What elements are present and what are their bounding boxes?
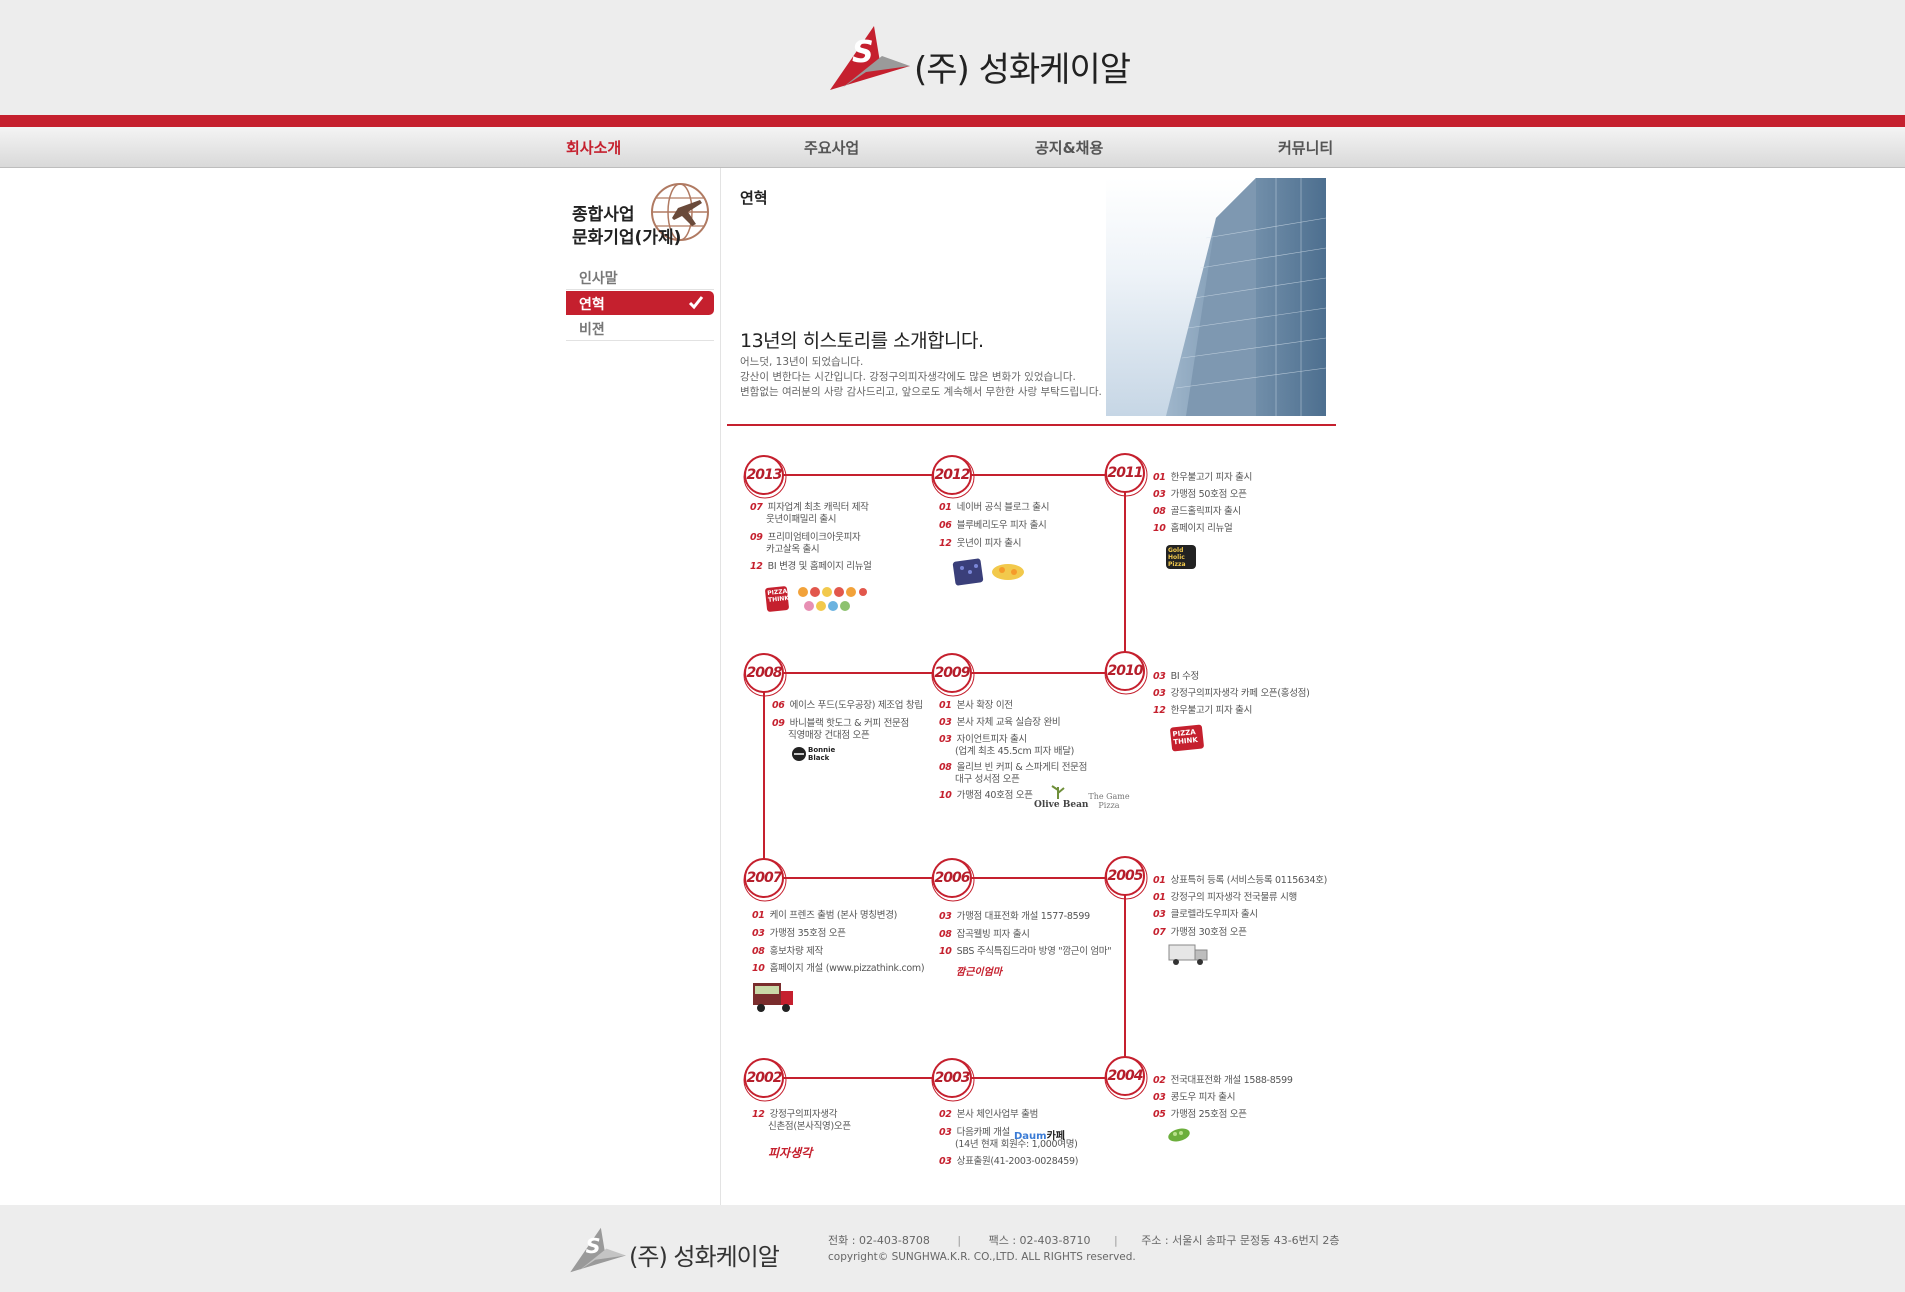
gold-holic-pizza-logo: Gold Holic Pizza [1166,545,1196,569]
nav-notice-recruit[interactable]: 공지&채용 [1035,137,1103,158]
year-2013-badge: 2013 [746,467,783,483]
year-2010-badge: 2010 [1107,663,1144,679]
timeline-event: 12 강정구의피자생각 신촌점(본사직영)오픈 [752,1109,851,1132]
timeline-event: 03 클로렐라도우피자 출시 [1153,909,1258,920]
year-2011-badge: 2011 [1107,465,1144,481]
timeline-event: 09 바니블랙 핫도그 & 커피 전문점 직영매장 건대점 오픈 [772,718,909,741]
section-divider [727,424,1336,426]
bean-character-icon [1168,1128,1190,1142]
intro-text-line: 강산이 변한다는 시간입니다. 강정구의피자생각에도 많은 변화가 있었습니다. [740,371,1076,383]
nav-community[interactable]: 커뮤니티 [1278,137,1333,158]
timeline-event: 07 가맹점 30호점 오픈 [1153,927,1247,938]
timeline-event: 01 본사 확장 이전 [939,700,1013,711]
timeline-event: 01 한우불고기 피자 출시 [1153,472,1253,483]
check-icon [688,296,704,310]
timeline-event: 09 프리미엄테이크아웃피자 카고살옥 출시 [750,532,861,555]
sidebar-item-history[interactable]: 연혁 [566,291,714,315]
timeline-event: 01 네이버 공식 블로그 출시 [939,502,1050,513]
timeline-event: 01 상표특허 등록 (서비스등록 0115634호) [1153,875,1328,886]
timeline-event: 12 한우불고기 피자 출시 [1153,705,1253,716]
nav-company-intro[interactable]: 회사소개 [566,137,621,158]
timeline-event: 10 가맹점 40호점 오픈 [939,790,1033,801]
pizza-saenggak-logo: 피자생각 [768,1146,813,1160]
timeline-event: 06 에이스 푸드(도우공장) 제조업 창립 [772,700,923,711]
year-2002-badge: 2002 [746,1070,783,1086]
page-title: 연혁 [740,189,768,207]
timeline-event: 03 가맹점 35호점 오픈 [752,928,846,939]
company-name: (주) 성화케이알 [914,50,1131,90]
character-family-icon [798,587,867,611]
timeline-event: 03 상표출원(41-2003-0028459) [939,1156,1079,1167]
timeline-event: 08 홍보차량 제작 [752,946,823,957]
timeline-event: 08 올리브 빈 커피 & 스파게티 전문점 대구 성서점 오픈 [939,762,1088,785]
timeline-event: 02 본사 체인사업부 출범 [939,1109,1039,1120]
intro-text-line: 변함없는 여러분의 사랑 감사드리고, 앞으로도 계속해서 무한한 사랑 부탁드… [740,386,1102,398]
daum-cafe-logo: Daum카페 [1014,1131,1065,1142]
year-2009-badge: 2009 [934,665,971,681]
main-nav: 회사소개 주요사업 공지&채용 커뮤니티 [0,127,1905,168]
intro-heading: 13년의 히스토리를 소개합니다. [740,330,984,352]
year-2004-badge: 2004 [1107,1068,1144,1084]
content-divider [720,168,721,1206]
site-footer: S (주) 성화케이알 전화 : 02-403-8708 | 팩스 : 02-4… [0,1205,1905,1292]
bonnie-black-logo: Bonnie Black [791,745,835,763]
logo-mark-icon: S [570,1227,626,1273]
timeline-event: 12 웃년이 피자 출시 [939,538,1022,549]
svg-text:S: S [852,35,874,70]
timeline-event: 01 케이 프렌즈 출범 (본사 명칭변경) [752,910,898,921]
timeline-event: 01 강정구의 피자생각 전국물류 시행 [1153,892,1297,903]
timeline-event: 08 잡곡웰빙 피자 출시 [939,929,1030,940]
timeline-event: 03 가맹점 대표전화 개설 1577-8599 [939,911,1090,922]
footer-contact: 전화 : 02-403-8708 | 팩스 : 02-403-8710 | 주소… [828,1234,1340,1247]
year-2007-badge: 2007 [746,870,783,886]
sidebar-item-greeting[interactable]: 인사말 [566,265,714,290]
footer-logo[interactable]: S (주) 성화케이알 [563,1225,780,1275]
timeline-event: 05 가맹점 25호점 오픈 [1153,1109,1247,1120]
sidebar-item-vision[interactable]: 비젼 [566,316,714,341]
timeline-event: 06 블루베리도우 피자 출시 [939,520,1047,531]
site-header: S (주) 성화케이알 [0,0,1905,115]
intro-text-line: 어느덧, 13년이 되었습니다. [740,356,864,368]
header-red-bar [0,115,1905,127]
company-logo[interactable]: S (주) 성화케이알 [822,22,1131,94]
timeline-event: 10 홈페이지 리뉴얼 [1153,523,1233,534]
delivery-truck-icon [1168,944,1208,965]
timeline-event: 03 콩도우 피자 출시 [1153,1092,1236,1103]
timeline-event: 03 강정구의피자생각 카페 오픈(홍성점) [1153,688,1310,699]
timeline-event: 10 홈페이지 개설 (www.pizzathink.com) [752,963,925,974]
timeline-event: 08 골드홀릭피자 출시 [1153,506,1241,517]
year-2008-badge: 2008 [746,665,783,681]
timeline-event: 12 BI 변경 및 홈페이지 리뉴얼 [750,561,872,572]
pizza-think-logo: PIZZA THINK [1169,724,1205,752]
nav-main-business[interactable]: 주요사업 [804,137,859,158]
timeline-event: 10 SBS 주식특집드라마 방영 "깜근이 엄마" [939,946,1112,957]
timeline-event: 03 가맹점 50호점 오픈 [1153,489,1247,500]
hero-building-image [1106,178,1326,416]
year-2003-badge: 2003 [934,1070,971,1086]
svg-text:S: S [586,1234,601,1258]
logo-mark-icon: S [830,26,910,90]
blueberry-pizza-icon [952,558,1024,586]
year-2006-badge: 2006 [934,870,971,886]
timeline-path [743,453,1148,1102]
timeline-event: 07 피자업계 최초 캐릭터 제작 웃년이패밀리 출시 [750,502,869,525]
year-2012-badge: 2012 [934,467,971,483]
pizza-think-logo: PIZZA THINK [764,585,789,613]
timeline-event: 03 자이언트피자 출시 (업계 최초 45.5cm 피자 배달) [939,734,1075,757]
timeline-event: 03 본사 자체 교육 실습장 완비 [939,717,1061,728]
footer-company-name: (주) 성화케이알 [629,1243,780,1271]
sidebar-title: 종합사업 문화기업(가제) [572,205,682,248]
kkamgeun-mom-logo: 깜근이엄마 [956,967,1002,978]
timeline-event: 03 BI 수정 [1153,671,1199,682]
olive-bean-logo: Olive Bean [1034,784,1088,814]
promo-truck-icon [753,983,793,1012]
timeline-event: 02 전국대표전화 개설 1588-8599 [1153,1075,1293,1086]
year-2005-badge: 2005 [1107,868,1144,884]
the-game-pizza-logo: The Game Pizza [1088,792,1130,810]
footer-copyright: copyright© SUNGHWA.K.R. CO.,LTD. ALL RIG… [828,1251,1136,1263]
